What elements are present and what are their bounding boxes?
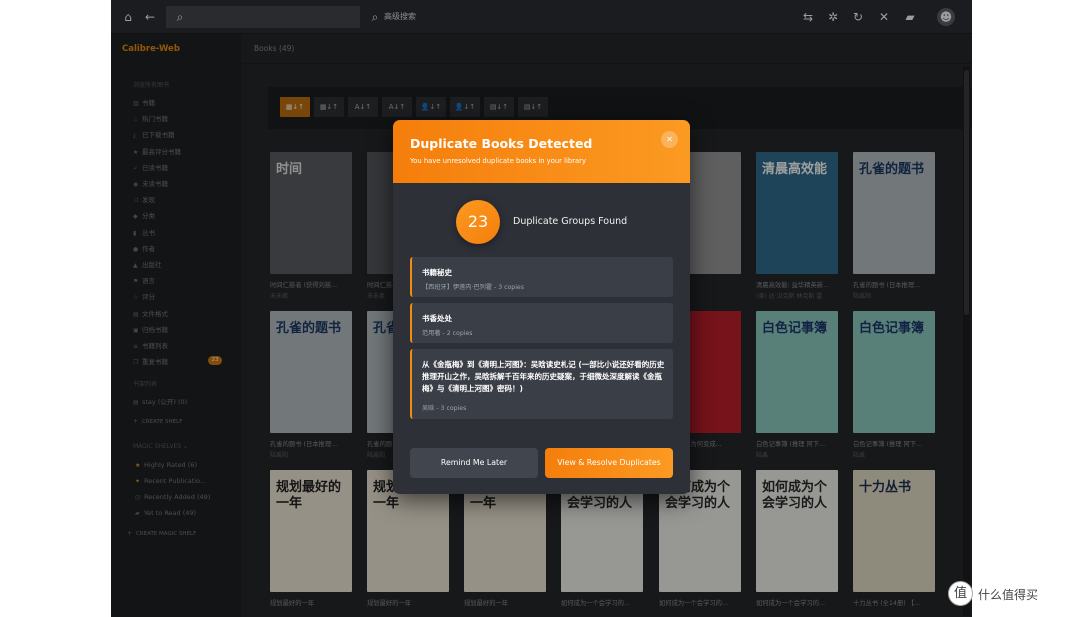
modal-header: Duplicate Books Detected You have unreso… [393, 120, 690, 183]
advanced-search-icon[interactable]: ⌕ [366, 8, 384, 26]
modal-title: Duplicate Books Detected [410, 136, 593, 151]
advanced-search-link[interactable]: 高级搜索 [384, 11, 416, 22]
duplicate-group-meta: 范用著 - 2 copies [422, 330, 473, 337]
book-icon[interactable]: ▰ [901, 8, 919, 26]
duplicate-group-title: 从《金瓶梅》到《清明上河图》：吴晗读史札记 (一部比小说还好看的历史推理开山之作… [422, 360, 665, 393]
duplicate-books-modal: Duplicate Books Detected You have unreso… [393, 120, 690, 494]
back-arrow-icon[interactable]: ← [141, 8, 159, 26]
search-input[interactable] [166, 6, 360, 28]
duplicate-count-label: Duplicate Groups Found [513, 216, 628, 227]
search-icon[interactable]: ⌕ [171, 8, 189, 26]
duplicate-group-meta: 吴晗 - 3 copies [422, 405, 467, 412]
user-avatar-icon[interactable]: ☻ [937, 8, 955, 26]
duplicate-group-meta: 【西班牙】伊莲内·巴列霍 - 3 copies [422, 284, 524, 291]
top-navbar: ⌂ ← ⌕ ⌕ 高级搜索 ⇆ ✲ ↻ ✕ ▰ ☻ [111, 0, 972, 34]
watermark-text: 什么值得买 [978, 588, 1039, 602]
home-icon[interactable]: ⌂ [119, 8, 137, 26]
remind-later-button[interactable]: Remind Me Later [410, 448, 538, 478]
duplicate-count-badge: 23 [456, 200, 500, 244]
sync-arrows-icon[interactable]: ⇆ [799, 8, 817, 26]
app-window: ⌂ ← ⌕ ⌕ 高级搜索 ⇆ ✲ ↻ ✕ ▰ ☻ Calibre-Web 浏览所… [111, 0, 972, 617]
close-icon[interactable]: ✕ [661, 131, 678, 148]
duplicate-group-card[interactable]: 书香处处 范用著 - 2 copies [410, 303, 673, 343]
modal-subtitle: You have unresolved duplicate books in y… [410, 157, 586, 165]
tasks-icon[interactable]: ✲ [824, 8, 842, 26]
watermark: 值 什么值得买 [948, 581, 1078, 607]
resolve-duplicates-button[interactable]: View & Resolve Duplicates [545, 448, 673, 478]
duplicate-group-card[interactable]: 从《金瓶梅》到《清明上河图》：吴晗读史札记 (一部比小说还好看的历史推理开山之作… [410, 349, 673, 419]
tools-icon[interactable]: ✕ [875, 8, 893, 26]
refresh-icon[interactable]: ↻ [849, 8, 867, 26]
duplicate-group-title: 书香处处 [422, 314, 452, 323]
watermark-logo: 值 [948, 581, 973, 606]
duplicate-group-card[interactable]: 书籍秘史 【西班牙】伊莲内·巴列霍 - 3 copies [410, 257, 673, 297]
duplicate-group-title: 书籍秘史 [422, 268, 452, 277]
